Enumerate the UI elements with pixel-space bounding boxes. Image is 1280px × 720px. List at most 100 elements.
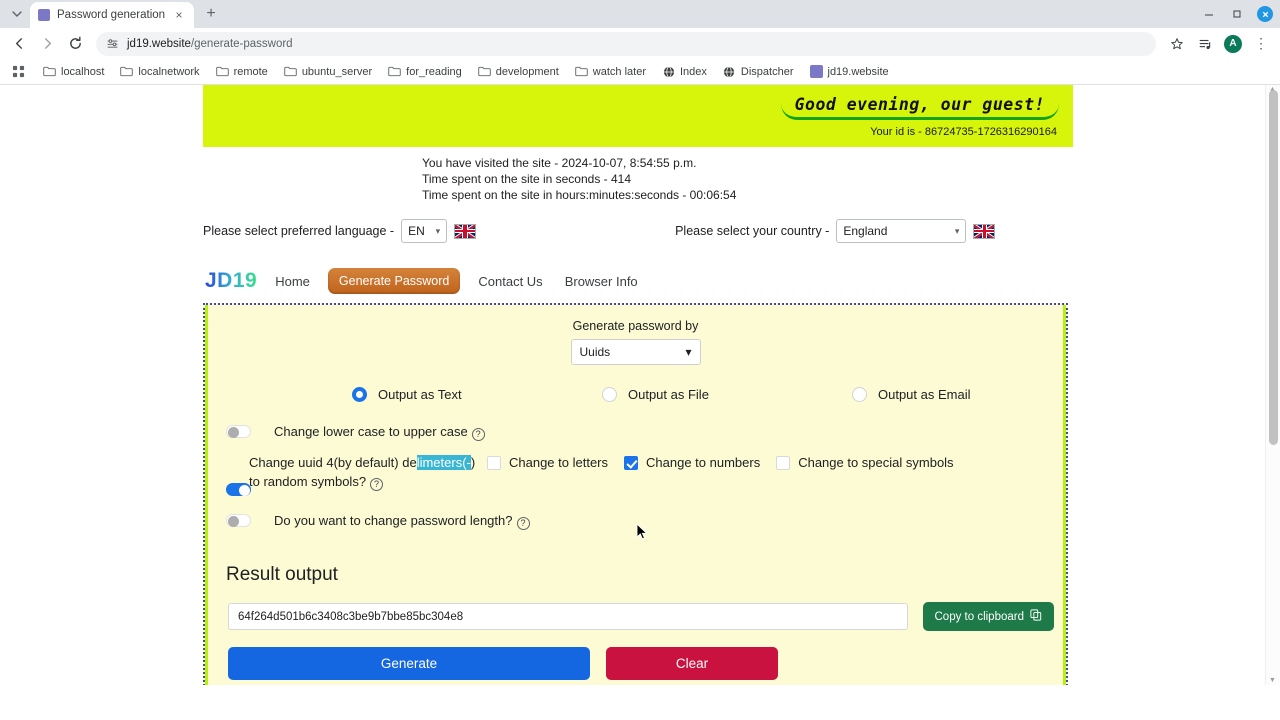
uk-flag-icon <box>454 223 477 239</box>
bookmark-star-icon[interactable] <box>1164 31 1190 57</box>
bookmark-item[interactable]: Index <box>655 63 714 80</box>
downloads-icon[interactable] <box>1192 31 1218 57</box>
result-output-title: Result output <box>226 564 338 585</box>
generate-by-label: Generate password by <box>572 319 699 333</box>
country-select[interactable]: England ▾ <box>836 219 967 243</box>
tab-strip: Password generation × + <box>0 0 1280 28</box>
toolbar-right-actions: A ⋮ <box>1164 31 1274 57</box>
radio-icon-selected[interactable] <box>352 387 367 402</box>
checkbox-label: Change to letters <box>509 455 609 470</box>
help-icon[interactable]: ? <box>471 428 485 441</box>
toggle-upper-case[interactable] <box>226 425 251 438</box>
folder-icon <box>43 65 56 78</box>
help-icon[interactable]: ? <box>516 517 530 530</box>
radio-icon[interactable] <box>602 387 617 402</box>
country-group: Please select your country - England ▾ <box>675 219 996 243</box>
language-select[interactable]: EN ▾ <box>401 219 448 243</box>
avatar: A <box>1224 34 1242 53</box>
toggle-uuid-delimiters[interactable] <box>226 483 251 496</box>
checkbox-change-to-letters[interactable]: Change to letters <box>487 455 608 470</box>
browser-window: Password generation × + jd19.website/gen… <box>0 0 1280 720</box>
address-bar-text: jd19.website/generate-password <box>127 38 293 50</box>
scrollbar-thumb[interactable] <box>1269 90 1278 445</box>
radio-icon[interactable] <box>852 387 867 402</box>
maximize-button[interactable] <box>1224 1 1250 27</box>
chevron-down-icon: ▾ <box>435 225 441 236</box>
back-icon[interactable] <box>6 31 32 57</box>
toggle-password-length[interactable] <box>226 514 251 527</box>
checkbox-icon[interactable] <box>487 455 501 470</box>
checkbox-change-to-special-symbols[interactable]: Change to special symbols <box>776 455 954 470</box>
toggle-upper-case-text: Change lower case to upper case <box>274 424 468 439</box>
url-path: /generate-password <box>190 37 293 50</box>
radio-output-as-email[interactable]: Output as Email <box>794 387 1044 402</box>
close-icon[interactable]: × <box>172 8 186 22</box>
generate-by-select[interactable]: Uuids ▾ <box>570 339 701 365</box>
bookmark-item[interactable]: localhost <box>36 63 111 80</box>
bookmark-label: remote <box>233 65 268 78</box>
selected-text-highlight: limeters(- <box>416 455 471 470</box>
radio-output-as-file[interactable]: Output as File <box>544 387 794 402</box>
site-settings-icon[interactable] <box>106 37 119 50</box>
checkbox-icon[interactable] <box>776 455 791 470</box>
apps-grid-icon[interactable] <box>8 62 28 82</box>
toggle-password-length-label: Do you want to change password length?? <box>274 511 530 530</box>
vertical-scrollbar[interactable]: ▲ ▼ <box>1265 85 1280 685</box>
nav-item-browser-info[interactable]: Browser Info <box>561 272 642 291</box>
chevron-down-icon: ▾ <box>685 345 692 359</box>
copy-icon <box>1030 609 1042 624</box>
toggle-row-upper-case: Change lower case to upper case? <box>217 422 1054 441</box>
folder-icon <box>215 65 229 78</box>
bookmark-label: jd19.website <box>827 65 889 78</box>
toggle-password-length-text: Do you want to change password length? <box>274 513 513 528</box>
radio-label: Output as File <box>628 387 709 402</box>
nav-item-contact-us[interactable]: Contact Us <box>474 272 546 291</box>
bookmark-item-jd19[interactable]: jd19.website <box>803 63 896 80</box>
bookmark-item[interactable]: for_reading <box>381 63 469 80</box>
generate-button[interactable]: Generate <box>228 647 590 680</box>
uuid-delimiters-label: Change uuid 4(by default) delimeters(-) … <box>249 453 484 491</box>
bookmark-item[interactable]: Dispatcher <box>716 63 801 80</box>
address-bar[interactable]: jd19.website/generate-password <box>96 31 1156 56</box>
bookmark-item[interactable]: ubuntu_server <box>277 63 379 80</box>
checkbox-change-to-numbers[interactable]: Change to numbers <box>624 455 760 470</box>
radio-label: Output as Email <box>878 387 971 402</box>
checkbox-icon-checked[interactable] <box>624 455 639 470</box>
generate-by-value: Uuids <box>579 345 611 359</box>
result-row: 64f264d501b6c3408c3be9b7bbe85bc304e8 Cop… <box>217 602 1054 631</box>
bookmark-label: Dispatcher <box>740 65 794 78</box>
toggle-knob <box>228 516 239 527</box>
radio-output-as-text[interactable]: Output as Text <box>227 387 544 402</box>
site-logo[interactable]: JD19 <box>205 269 257 293</box>
nav-item-generate-password[interactable]: Generate Password <box>327 268 461 294</box>
new-tab-button[interactable]: + <box>198 1 224 27</box>
reload-icon[interactable] <box>62 31 88 57</box>
toggle-knob <box>239 485 250 496</box>
output-options-row: Output as Text Output as File Output as … <box>217 387 1054 402</box>
minimize-button[interactable] <box>1196 1 1222 27</box>
uuid-text-before: Change uuid 4(by default) de <box>249 455 417 470</box>
visit-line-seconds: Time spent on the site in seconds - 414 <box>422 172 632 186</box>
bookmark-item[interactable]: remote <box>209 63 275 80</box>
profile-avatar[interactable]: A <box>1220 31 1246 57</box>
mouse-cursor <box>636 523 648 540</box>
help-icon[interactable]: ? <box>370 478 384 491</box>
clear-button[interactable]: Clear <box>606 647 778 680</box>
site-favicon-icon <box>38 9 50 21</box>
browser-menu-icon[interactable]: ⋮ <box>1248 31 1274 57</box>
result-output-input[interactable]: 64f264d501b6c3408c3be9b7bbe85bc304e8 <box>228 603 908 630</box>
close-window-button[interactable] <box>1252 1 1278 27</box>
copy-to-clipboard-button[interactable]: Copy to clipboard <box>922 602 1054 631</box>
visit-line-hms: Time spent on the site in hours:minutes:… <box>422 188 737 202</box>
forward-icon[interactable] <box>34 31 60 57</box>
country-label: Please select your country - <box>675 224 830 238</box>
nav-item-home[interactable]: Home <box>271 272 314 291</box>
bookmark-item[interactable]: localnetwork <box>113 63 206 80</box>
bookmark-item[interactable]: development <box>471 63 566 80</box>
scroll-down-arrow[interactable]: ▼ <box>1268 677 1277 684</box>
tab-search-button[interactable] <box>4 1 30 27</box>
bookmark-item[interactable]: watch later <box>568 63 653 80</box>
password-generator-card: Generate password by Uuids ▾ Output as T… <box>203 303 1068 685</box>
folder-icon <box>388 65 401 78</box>
browser-tab[interactable]: Password generation × <box>30 2 195 28</box>
